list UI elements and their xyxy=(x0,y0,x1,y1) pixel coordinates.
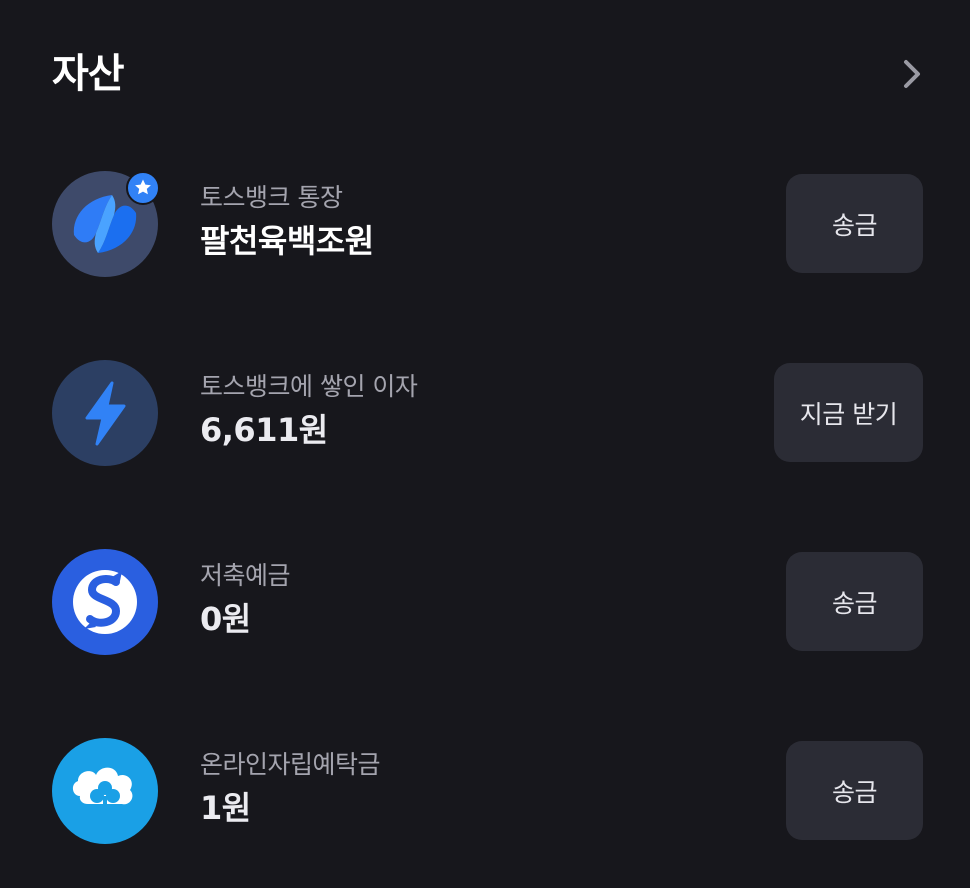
account-label: 토스뱅크에 쌓인 이자 xyxy=(200,372,418,401)
shinhan-bank-logo-icon xyxy=(52,549,158,655)
account-label: 토스뱅크 통장 xyxy=(200,183,343,212)
account-label: 저축예금 xyxy=(200,561,291,590)
send-button[interactable]: 송금 xyxy=(786,741,923,840)
page-title: 자산 xyxy=(52,51,125,97)
account-balance: 1원 xyxy=(200,789,251,827)
star-icon xyxy=(126,171,160,205)
account-label: 온라인자립예탁금 xyxy=(200,750,381,779)
account-row-toss-bank[interactable]: 토스뱅크 통장 팔천육백조원 송금 xyxy=(0,171,970,321)
cloud-clover-logo-icon xyxy=(52,738,158,844)
account-row-savings[interactable]: 저축예금 0원 송금 xyxy=(0,549,970,699)
account-row-online-deposit[interactable]: 온라인자립예탁금 1원 송금 xyxy=(0,738,970,888)
account-row-interest[interactable]: 토스뱅크에 쌓인 이자 6,611원 지금 받기 xyxy=(0,360,970,510)
send-button[interactable]: 송금 xyxy=(786,174,923,273)
lightning-bolt-icon xyxy=(52,360,158,466)
interest-amount: 6,611원 xyxy=(200,411,328,449)
assets-header[interactable]: 자산 xyxy=(0,0,970,140)
account-balance: 0원 xyxy=(200,600,251,638)
account-balance: 팔천육백조원 xyxy=(200,222,374,260)
chevron-right-icon[interactable] xyxy=(890,52,934,96)
receive-now-button[interactable]: 지금 받기 xyxy=(774,363,923,462)
send-button[interactable]: 송금 xyxy=(786,552,923,651)
